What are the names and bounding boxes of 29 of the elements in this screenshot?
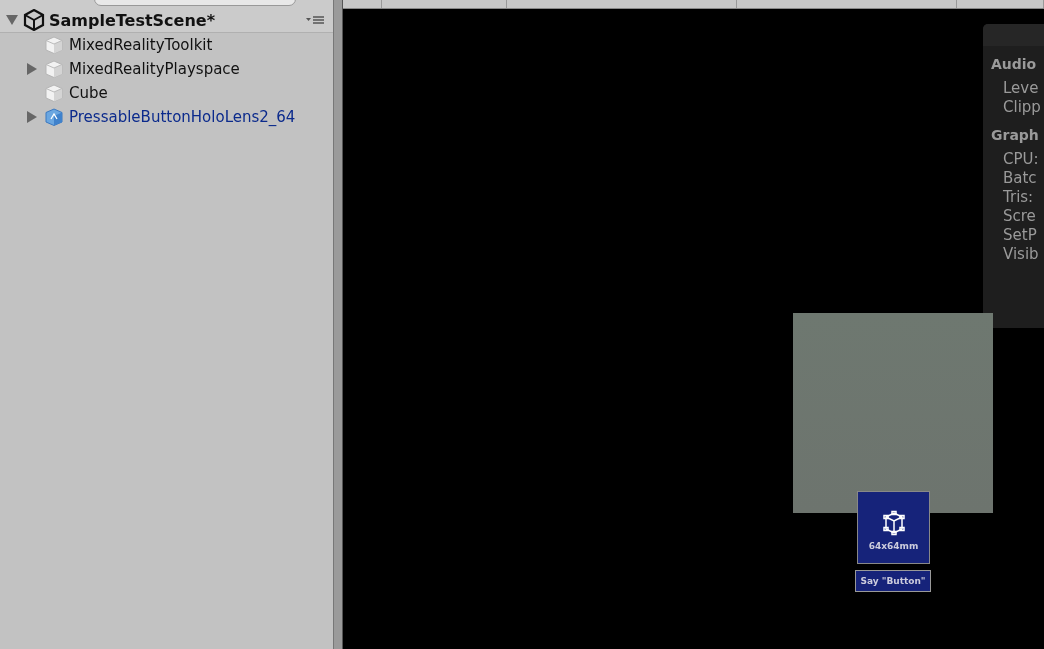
unity-logo-icon [23, 9, 45, 31]
cube-icon [44, 35, 64, 55]
cube-frame-icon [880, 510, 907, 536]
stats-line: CPU: [1003, 150, 1040, 169]
stats-line: Batc [1003, 169, 1038, 188]
button-caption: 64x64mm [868, 541, 919, 551]
prefab-cube-icon [44, 107, 64, 127]
stats-line: Scre [1003, 207, 1037, 226]
button-label: Say "Button" [855, 570, 931, 592]
stats-heading: Audio [991, 56, 1038, 72]
stats-line: Visib [1003, 245, 1040, 264]
expand-arrow-icon[interactable] [27, 63, 37, 75]
stats-line: Tris: [1003, 188, 1035, 207]
stats-line: SetP [1003, 226, 1038, 245]
hierarchy-item[interactable]: MixedRealityToolkit [69, 36, 213, 54]
menu-icon[interactable] [305, 15, 325, 25]
expand-arrow-icon[interactable] [27, 111, 37, 123]
fold-arrow-icon[interactable] [6, 15, 18, 25]
hierarchy-item[interactable]: Cube [69, 84, 108, 102]
holo-button[interactable]: 64x64mm [857, 491, 930, 564]
stats-line: Clipp [1003, 98, 1042, 117]
splitter[interactable] [333, 0, 343, 649]
hierarchy-item[interactable]: PressableButtonHoloLens2_64 [69, 108, 296, 126]
scene-title: SampleTestScene* [49, 10, 217, 30]
stats-heading: Graph [991, 127, 1040, 143]
stats-line: Leve [1003, 79, 1040, 98]
hierarchy-item[interactable]: MixedRealityPlayspace [69, 60, 240, 78]
cube-icon [44, 83, 64, 103]
cube-icon [44, 59, 64, 79]
